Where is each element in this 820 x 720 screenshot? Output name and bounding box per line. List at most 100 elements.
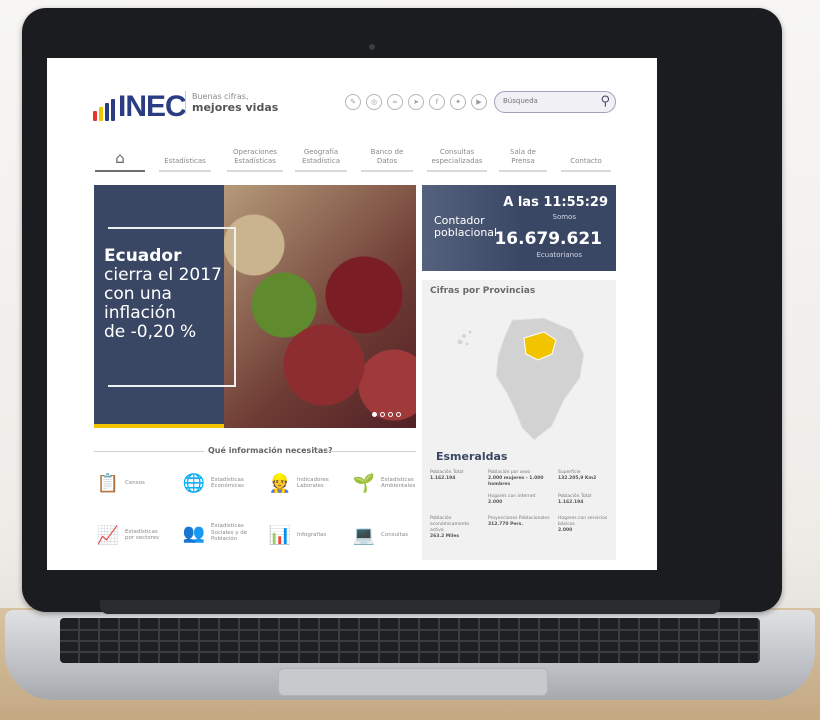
laptop-trackpad [278, 668, 548, 696]
nav-label: Contacto [570, 157, 602, 165]
stat-label: Hogares con servicios básicos [558, 516, 608, 527]
blog-icon[interactable]: ✎ [345, 94, 361, 110]
presentation-icon: 📊 [268, 524, 292, 546]
stat-value: 263.2 Miles [430, 534, 460, 539]
slider-dot[interactable] [396, 412, 401, 417]
nav-label: Estadísticas [164, 157, 206, 165]
stat-hogares-internet: Hogares con internet 2.000 [488, 494, 552, 506]
keyboard-row-divider [60, 651, 760, 653]
stat-value: 2.000 [488, 500, 503, 505]
nav-label: Sala de Prensa [510, 148, 536, 165]
search-input[interactable] [503, 97, 593, 105]
logo-tagline: Buenas cifras, mejores vidas [185, 91, 278, 114]
search-box[interactable]: ⚲ [494, 91, 616, 113]
galapagos-islands[interactable] [457, 330, 472, 346]
clipboard-icon: 📋 [96, 472, 120, 494]
provincias-panel: Cifras por Provincias Esmeraldas Poblaci… [422, 280, 616, 560]
stat-proyecciones: Proyecciones Poblacionales 312.770 Pers. [488, 516, 552, 528]
divider [94, 451, 204, 452]
counter-label-line: poblacional [434, 226, 498, 239]
nav-operaciones-estadisticas[interactable]: Operaciones Estadísticas [223, 142, 287, 172]
stat-value: 1.162.194 [430, 476, 456, 481]
stat-superficie: Superficie 132.205,9 Km2 [558, 470, 614, 482]
flickr-icon[interactable]: ∞ [387, 94, 403, 110]
slider-dot[interactable] [388, 412, 393, 417]
category-label: Estadísticas por sectores [125, 528, 160, 542]
category-sectores[interactable]: 📈 Estadísticas por sectores [97, 524, 159, 546]
nav-label: Operaciones Estadísticas [233, 148, 277, 165]
tagline-line-2: mejores vidas [192, 101, 279, 114]
stat-value: 132.205,9 Km2 [558, 476, 597, 481]
nav-estadisticas[interactable]: Estadísticas [155, 142, 215, 172]
nav-contacto[interactable]: Contacto [557, 142, 615, 172]
laptop-hinge [100, 600, 720, 614]
counter-unit: Ecuatorianos [536, 251, 582, 259]
category-label: Censos [125, 479, 145, 486]
stat-value: 2.000 [558, 528, 573, 533]
stat-poblacion-total: Población Total 1.162.194 [430, 470, 480, 482]
category-censos[interactable]: 📋 Censos [97, 472, 145, 494]
stat-poblacion-total-2: Población Total 1.162.194 [558, 494, 614, 506]
stat-value: 312.770 Pers. [488, 522, 524, 527]
category-label: Indicadores Laborales [297, 476, 329, 490]
computer-user-icon: 💻 [352, 524, 376, 546]
stat-pea: Población económicamente activa 263.2 Mi… [430, 516, 484, 540]
globe-money-icon: 🌐 [182, 472, 206, 494]
stat-label: Población económicamente activa [430, 516, 470, 533]
provincias-title: Cifras por Provincias [430, 286, 536, 296]
category-consultas[interactable]: 💻 Consultas [353, 524, 408, 546]
logo-bar [99, 107, 103, 121]
hero-banner[interactable]: Ecuador cierra el 2017 con una inflación… [94, 185, 416, 428]
plant-hand-icon: 🌱 [352, 472, 376, 494]
info-section-header: Qué información necesitas? [94, 446, 416, 456]
info-section-title: Qué información necesitas? [204, 446, 337, 455]
hero-line: Ecuador [104, 246, 182, 266]
logo-bar [111, 99, 115, 121]
nav-sala-de-prensa[interactable]: Sala de Prensa [495, 142, 551, 172]
slideshare-icon[interactable]: ◎ [366, 94, 382, 110]
keyboard-row-divider [60, 629, 760, 631]
ecuador-map[interactable] [452, 308, 592, 448]
facebook-icon[interactable]: f [429, 94, 445, 110]
nav-banco-de-datos[interactable]: Banco de Datos [357, 142, 417, 172]
category-label: Estadísticas Sociales y de Población [211, 523, 248, 543]
category-ambientales[interactable]: 🌱 Estadísticas Ambientales [352, 472, 416, 494]
hero-line: con una [104, 284, 172, 304]
category-label: Infografías [297, 531, 327, 538]
main-nav: ⌂ Estadísticas Operaciones Estadísticas … [91, 142, 615, 172]
category-economicas[interactable]: 🌐 Estadísticas Económicas [183, 472, 244, 494]
category-label: Estadísticas Económicas [211, 476, 244, 490]
laptop-screen: INEC Buenas cifras, mejores vidas ✎ ◎ ∞ … [47, 58, 657, 570]
search-icon[interactable]: ⚲ [600, 94, 610, 109]
category-sociales[interactable]: 👥 Estadísticas Sociales y de Población [183, 522, 247, 544]
twitter-icon[interactable]: ✦ [450, 94, 466, 110]
hero-headline: Ecuador cierra el 2017 con una inflación… [104, 247, 222, 342]
stat-value: 2.000 mujeres - 1.000 hombres [488, 476, 544, 487]
category-label: Consultas [381, 531, 408, 538]
nav-label: Consultas especializadas [431, 148, 483, 165]
slider-dot[interactable] [380, 412, 385, 417]
worker-icon: 👷 [268, 472, 292, 494]
hero-accent-bar [94, 424, 224, 428]
population-counter[interactable]: Contador poblacional A las 11:55:29 Somo… [422, 185, 616, 271]
slider-dot[interactable] [372, 412, 377, 417]
growth-chart-icon: 📈 [96, 524, 120, 546]
hero-line: inflación [104, 303, 176, 323]
counter-somos: Somos [552, 213, 576, 221]
youtube-icon[interactable]: ▶ [471, 94, 487, 110]
category-laborales[interactable]: 👷 Indicadores Laborales [269, 472, 329, 494]
category-infografias[interactable]: 📊 Infografías [269, 524, 326, 546]
nav-geografia-estadistica[interactable]: Geografía Estadística [291, 142, 351, 172]
keyboard-row-divider [60, 640, 760, 642]
home-icon: ⌂ [115, 149, 125, 167]
telegram-icon[interactable]: ➤ [408, 94, 424, 110]
inec-logo[interactable]: INEC [93, 92, 187, 122]
nav-consultas-especializadas[interactable]: Consultas especializadas [423, 142, 491, 172]
divider [324, 451, 416, 452]
stat-hogares-servicios: Hogares con servicios básicos 2.000 [558, 516, 614, 534]
hero-produce-image [224, 185, 416, 428]
stat-value: 1.162.194 [558, 500, 584, 505]
counter-number: 16.679.621 [494, 229, 602, 249]
logo-bar [93, 111, 97, 121]
nav-home[interactable]: ⌂ [91, 142, 149, 172]
